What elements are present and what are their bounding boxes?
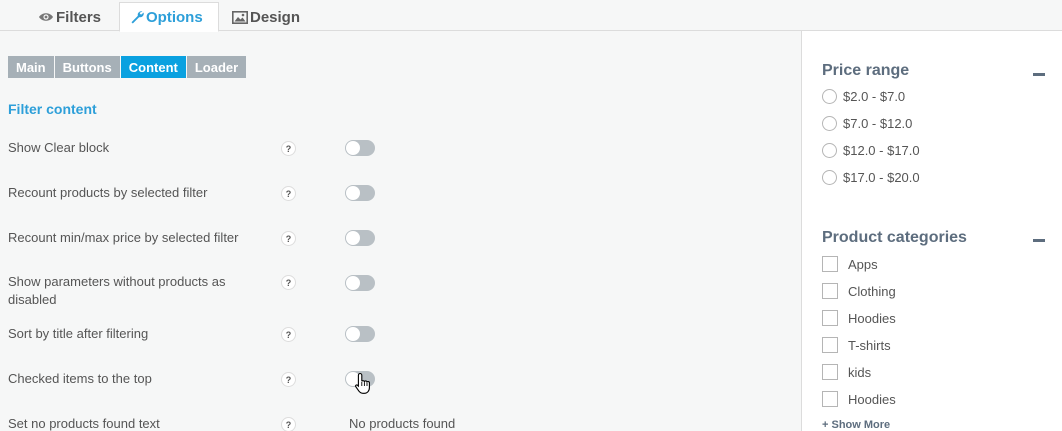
help-icon[interactable]: ? [281, 275, 296, 290]
category-label: Hoodies [848, 310, 896, 326]
price-option-label: $7.0 - $12.0 [843, 116, 913, 131]
setting-label: Recount min/max price by selected filter [8, 230, 239, 245]
tab-design-label: Design [250, 8, 301, 26]
hand-cursor-icon [355, 372, 373, 399]
tab-filters-label: Filters [56, 8, 102, 26]
help-icon[interactable]: ? [281, 372, 296, 387]
subtab-main[interactable]: Main [8, 56, 54, 78]
subtab-loader[interactable]: Loader [186, 56, 247, 78]
tab-design[interactable]: Design [232, 2, 300, 32]
checkbox[interactable] [822, 310, 838, 326]
tab-options[interactable]: Options [119, 2, 219, 32]
eye-icon [38, 11, 54, 23]
price-option[interactable]: $17.0 - $20.0 [822, 170, 920, 185]
product-categories-title: Product categories [822, 229, 967, 246]
category-item[interactable]: kids [822, 364, 871, 380]
checkbox[interactable] [822, 337, 838, 353]
setting-label: Recount products by selected filter [8, 185, 208, 200]
sort-by-title-toggle[interactable] [345, 326, 375, 342]
image-icon [232, 10, 248, 24]
collapse-price-range-icon[interactable] [1033, 73, 1045, 76]
price-option-label: $2.0 - $7.0 [843, 89, 906, 104]
setting-label: Sort by title after filtering [8, 326, 149, 341]
price-option-label: $12.0 - $17.0 [843, 143, 920, 158]
category-item[interactable]: Hoodies [822, 391, 896, 407]
price-option[interactable]: $7.0 - $12.0 [822, 116, 912, 131]
filter-preview-sidebar: Price range $2.0 - $7.0 $7.0 - $12.0 $12… [801, 31, 1062, 431]
radio-button[interactable] [822, 143, 837, 158]
subtab-content[interactable]: Content [120, 56, 186, 78]
show-clear-block-toggle[interactable] [345, 140, 375, 156]
help-icon[interactable]: ? [281, 327, 296, 342]
help-icon[interactable]: ? [281, 141, 296, 156]
category-label: kids [848, 364, 872, 380]
sub-tab-bar: Main Buttons Content Loader [8, 56, 247, 78]
radio-button[interactable] [822, 89, 837, 104]
checkbox[interactable] [822, 256, 838, 272]
radio-button[interactable] [822, 170, 837, 185]
recount-price-toggle[interactable] [345, 230, 375, 246]
checkbox[interactable] [822, 283, 838, 299]
category-item[interactable]: T-shirts [822, 337, 891, 353]
show-more-link[interactable]: + Show More [822, 419, 890, 431]
section-title: Filter content [8, 101, 97, 117]
setting-label: Checked items to the top [8, 371, 152, 386]
wrench-icon [130, 10, 144, 24]
recount-products-toggle[interactable] [345, 185, 375, 201]
category-label: T-shirts [848, 337, 891, 353]
category-label: Hoodies [848, 391, 896, 407]
category-label: Clothing [848, 283, 896, 299]
checkbox[interactable] [822, 364, 838, 380]
help-icon[interactable]: ? [281, 231, 296, 246]
tab-filters[interactable]: Filters [38, 2, 101, 32]
tab-options-label: Options [146, 8, 203, 26]
help-icon[interactable]: ? [281, 186, 296, 201]
subtab-buttons[interactable]: Buttons [54, 56, 120, 78]
category-label: Apps [848, 256, 878, 272]
checkbox[interactable] [822, 391, 838, 407]
category-item[interactable]: Apps [822, 256, 878, 272]
price-option-label: $17.0 - $20.0 [843, 170, 920, 185]
collapse-categories-icon[interactable] [1033, 239, 1045, 242]
setting-label: Show parameters without products as disa… [8, 274, 226, 307]
no-products-text-value[interactable]: No products found [349, 416, 455, 431]
price-option[interactable]: $12.0 - $17.0 [822, 143, 920, 158]
category-item[interactable]: Hoodies [822, 310, 896, 326]
price-range-title: Price range [822, 62, 910, 79]
help-icon[interactable]: ? [281, 417, 296, 431]
top-tab-bar: Filters Options Design [0, 0, 1062, 32]
show-disabled-params-toggle[interactable] [345, 275, 375, 291]
price-option[interactable]: $2.0 - $7.0 [822, 89, 905, 104]
setting-label: Show Clear block [8, 140, 110, 155]
category-item[interactable]: Clothing [822, 283, 896, 299]
radio-button[interactable] [822, 116, 837, 131]
setting-label: Set no products found text [8, 416, 160, 431]
